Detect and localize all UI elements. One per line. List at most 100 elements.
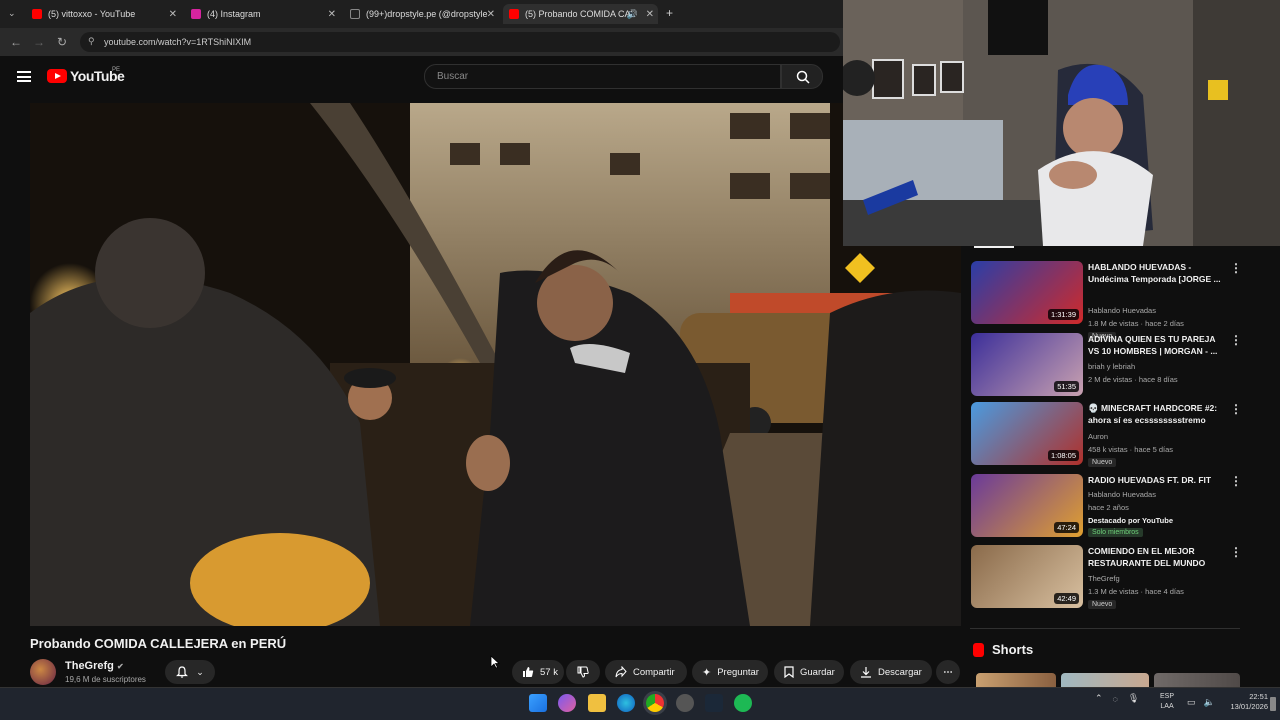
steam-icon[interactable] (705, 694, 723, 712)
video-thumbnail[interactable]: 47:24 (971, 474, 1083, 537)
short-thumbnail[interactable] (976, 673, 1056, 687)
browser-tab-2[interactable]: (4) Instagram ✕ (185, 4, 340, 24)
video-player[interactable] (30, 103, 961, 626)
recommendation-channel[interactable]: Hablando Huevadas (1088, 306, 1156, 315)
save-button[interactable]: Guardar (774, 660, 844, 684)
webcam-image (843, 0, 1280, 246)
recommendation-item[interactable]: 51:35 ADIVINA QUIEN ES TU PAREJA VS 10 H… (970, 333, 1245, 399)
windows-taskbar (0, 687, 1280, 720)
video-frame-image (30, 103, 961, 626)
recommendation-channel[interactable]: Hablando Huevadas (1088, 490, 1156, 499)
spotify-icon[interactable] (734, 694, 752, 712)
edge-browser-icon[interactable] (617, 694, 635, 712)
recommendation-meta: 1.8 M de vistas · hace 2 días (1088, 319, 1184, 328)
download-icon (861, 667, 871, 678)
back-icon[interactable]: ← (10, 35, 22, 49)
recommendation-item[interactable]: 1:31:39 HABLANDO HUEVADAS - Undécima Tem… (970, 261, 1245, 341)
site-info-icon[interactable]: ⚲ (88, 36, 95, 47)
recommendation-title[interactable]: HABLANDO HUEVADAS - Undécima Temporada [… (1088, 261, 1228, 285)
youtube-play-logo-icon (47, 69, 67, 83)
browser-tab-strip: ⌄ (5) vittoxxo - YouTube ✕ (4) Instagram… (0, 0, 843, 28)
video-thumbnail[interactable]: 1:08:05 (971, 402, 1083, 465)
youtube-favicon-icon (32, 9, 42, 19)
recommendation-item[interactable]: 42:49 COMIENDO EN EL MEJOR RESTAURANTE D… (970, 545, 1245, 611)
video-thumbnail[interactable]: 42:49 (971, 545, 1083, 608)
menu-icon[interactable] (17, 71, 31, 82)
duration-badge: 42:49 (1054, 593, 1079, 604)
video-thumbnail[interactable]: 51:35 (971, 333, 1083, 396)
recommendation-channel[interactable]: briah y lebriah (1088, 362, 1135, 371)
recommendation-item[interactable]: 1:08:05 💀 MINECRAFT HARDCORE #2: ahora s… (970, 402, 1245, 468)
file-explorer-icon[interactable] (588, 694, 606, 712)
dislike-button[interactable] (566, 660, 600, 684)
forward-icon[interactable]: → (33, 35, 45, 49)
search-input[interactable]: Buscar (424, 64, 781, 89)
tab-title: (4) Instagram (207, 9, 261, 19)
ask-label: Preguntar (717, 666, 759, 678)
ask-button[interactable]: ✦ Preguntar (692, 660, 768, 684)
more-vertical-icon[interactable]: ⋮ (1230, 474, 1242, 488)
recommendation-title[interactable]: RADIO HUEVADAS FT. DR. FIT (1088, 474, 1228, 486)
more-vertical-icon[interactable]: ⋮ (1230, 402, 1242, 416)
tab-list-chevron-icon[interactable]: ⌄ (8, 8, 16, 19)
obs-icon[interactable] (676, 694, 694, 712)
taskbar-clock[interactable]: 22:51 13/01/2026 (1220, 692, 1268, 712)
new-badge: Nuevo (1088, 458, 1117, 467)
recommendation-title[interactable]: ADIVINA QUIEN ES TU PAREJA VS 10 HOMBRES… (1088, 333, 1228, 357)
download-button[interactable]: Descargar (850, 660, 932, 684)
browser-tab-3[interactable]: (99+)dropstyle.pe (@dropstyle ✕ (344, 4, 499, 24)
more-vertical-icon[interactable]: ⋮ (1230, 333, 1242, 347)
video-title: Probando COMIDA CALLEJERA en PERÚ (30, 636, 287, 651)
share-button[interactable]: Compartir (605, 660, 687, 684)
search-button[interactable] (781, 64, 823, 89)
monitor-icon[interactable]: ▭ (1187, 697, 1196, 708)
shorts-header[interactable]: Shorts (973, 642, 1033, 657)
audio-playing-icon[interactable]: 🔊 (627, 9, 638, 20)
like-button[interactable]: 57 k (512, 660, 564, 684)
close-tab-icon[interactable]: ✕ (646, 9, 654, 20)
copilot-icon[interactable] (558, 694, 576, 712)
close-tab-icon[interactable]: ✕ (328, 9, 336, 20)
browser-tab-1[interactable]: (5) vittoxxo - YouTube ✕ (26, 4, 181, 24)
new-tab-icon[interactable]: + (666, 6, 673, 20)
recommendation-title[interactable]: 💀 MINECRAFT HARDCORE #2: ahora sí es ecs… (1088, 402, 1228, 426)
more-vertical-icon[interactable]: ⋮ (1230, 545, 1242, 559)
reload-icon[interactable]: ↻ (57, 35, 67, 49)
microphone-icon[interactable]: 🎙 (1128, 693, 1139, 704)
video-thumbnail[interactable]: 1:31:39 (971, 261, 1083, 324)
recommendation-meta: 2 M de vistas · hace 8 días (1088, 375, 1178, 384)
chevron-up-icon[interactable]: ⌃ (1095, 693, 1103, 704)
more-horizontal-icon: ⋯ (943, 666, 953, 678)
language-indicator[interactable]: ESP LAA (1160, 692, 1174, 712)
language-code: ESP (1160, 693, 1175, 700)
more-actions-button[interactable]: ⋯ (936, 660, 960, 684)
notification-icon[interactable] (1270, 697, 1276, 711)
address-bar[interactable]: ⚲ youtube.com/watch?v=1RTShiNIXIM (80, 32, 840, 52)
channel-avatar[interactable] (30, 659, 56, 685)
more-vertical-icon[interactable]: ⋮ (1230, 261, 1242, 275)
bell-icon (176, 666, 189, 678)
recommendation-meta: 458 k vistas · hace 5 días (1088, 445, 1174, 454)
youtube-logo[interactable]: YouTube PE (47, 67, 125, 84)
short-thumbnail[interactable] (1061, 673, 1149, 687)
recommendation-title[interactable]: COMIENDO EN EL MEJOR RESTAURANTE DEL MUN… (1088, 545, 1228, 569)
close-tab-icon[interactable]: ✕ (487, 9, 495, 20)
share-icon (615, 666, 627, 678)
recommendation-item[interactable]: 47:24 RADIO HUEVADAS FT. DR. FIT Habland… (970, 474, 1245, 540)
region-code: PE (112, 67, 121, 73)
duration-badge: 1:08:05 (1047, 450, 1079, 461)
browser-tab-4-active[interactable]: (5) Probando COMIDA CAL 🔊 ✕ (503, 4, 658, 24)
tray-status-icons: ▭ 🔈 (1187, 697, 1215, 708)
channel-name[interactable]: TheGrefg ✔ (65, 660, 124, 672)
instagram-favicon-icon (191, 9, 201, 19)
network-icon[interactable]: ◌ (1113, 694, 1118, 704)
notifications-button[interactable]: ⌄ (165, 660, 215, 684)
close-tab-icon[interactable]: ✕ (169, 9, 177, 20)
start-menu-icon[interactable] (529, 694, 547, 712)
like-count: 57 k (540, 666, 558, 678)
recommendation-channel[interactable]: Auron (1088, 432, 1108, 441)
recommendation-channel[interactable]: TheGrefg (1088, 574, 1120, 583)
chrome-browser-icon[interactable] (646, 694, 664, 712)
short-thumbnail[interactable] (1154, 673, 1240, 687)
volume-icon[interactable]: 🔈 (1204, 697, 1215, 708)
